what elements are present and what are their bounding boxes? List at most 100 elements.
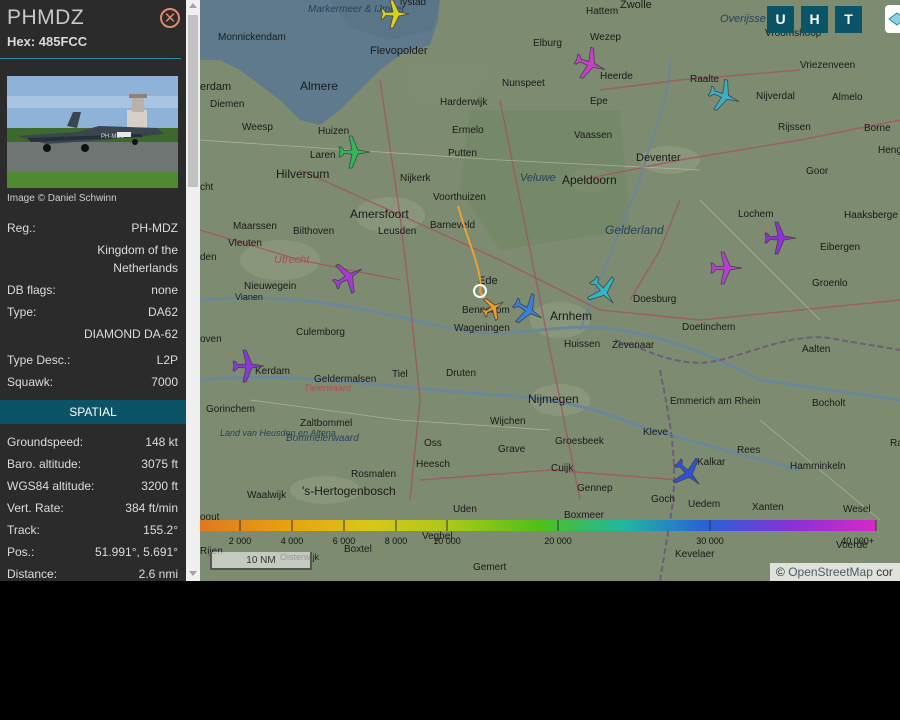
distance-label: Distance:: [7, 567, 58, 581]
place-label: Groesbeek: [555, 436, 605, 447]
place-label: Wesel: [843, 504, 871, 515]
place-label: Groenlo: [812, 278, 848, 289]
place-label: Goch: [651, 494, 675, 505]
place-label: Huissen: [564, 339, 600, 350]
place-label: Vaassen: [574, 130, 612, 141]
place-label: Nieuwegein: [244, 281, 296, 292]
type-name-value: DIAMOND DA-62: [83, 327, 178, 341]
close-icon: ✕: [163, 9, 177, 27]
hide-sidebar-button[interactable]: H: [801, 6, 828, 33]
place-label: Bilthoven: [293, 226, 334, 237]
place-label: Kerdam: [255, 366, 290, 377]
place-label: Waalwijk: [247, 490, 287, 501]
place-label: Boxmeer: [564, 510, 605, 521]
scroll-down-arrow-icon[interactable]: [189, 571, 197, 576]
place-label: Laren: [310, 150, 336, 161]
close-panel-button[interactable]: ✕: [160, 8, 180, 28]
place-label: Doetinchem: [682, 322, 735, 333]
copyright-symbol: ©: [776, 565, 785, 579]
reg-value: PH-MDZ: [131, 221, 178, 235]
place-label: Emmerich am Rhein: [670, 396, 761, 407]
altitude-tick-label: 10 000: [433, 536, 461, 546]
vert-rate-label: Vert. Rate:: [7, 501, 64, 515]
place-label: Ra: [890, 438, 900, 449]
tracks-toggle-button[interactable]: T: [835, 6, 862, 33]
place-label: Cuijk: [551, 463, 574, 474]
type-label: Type:: [7, 305, 37, 319]
osm-link[interactable]: OpenStreetMap: [788, 565, 873, 579]
place-label: Nijmegen: [528, 392, 579, 406]
dbflags-value: none: [151, 283, 178, 297]
place-label: Maarssen: [233, 221, 277, 232]
place-label: Uedem: [688, 499, 720, 510]
altitude-tick-label: 40 000+: [841, 536, 874, 546]
altitude-tick-label: 30 000: [696, 536, 724, 546]
scroll-thumb[interactable]: [188, 15, 198, 187]
position-value: 51.991°, 5.691°: [95, 545, 178, 559]
altitude-tick-label: 6 000: [333, 536, 356, 546]
place-label: Uden: [453, 504, 477, 515]
place-label: Tielerwaard: [304, 383, 352, 393]
callsign-title: PHMDZ: [7, 6, 85, 29]
units-toggle-button[interactable]: U: [767, 6, 794, 33]
baro-altitude-label: Baro. altitude:: [7, 457, 82, 471]
layers-icon: [888, 12, 900, 26]
place-label: Huizen: [318, 126, 349, 137]
place-label: Heerde: [600, 71, 633, 82]
wgs84-altitude-label: WGS84 altitude:: [7, 479, 95, 493]
place-label: Gennep: [577, 483, 613, 494]
aircraft-photo[interactable]: PH-MDZ: [7, 76, 178, 188]
image-credit: Image © Daniel Schwinn: [7, 193, 117, 204]
place-label: Elburg: [533, 38, 562, 49]
place-label: Gemert: [473, 562, 507, 573]
place-label: Lochem: [738, 209, 774, 220]
groundspeed-value: 148 kt: [145, 435, 178, 449]
place-label: Arnhem: [550, 309, 592, 323]
altitude-tick-label: 20 000: [544, 536, 572, 546]
place-label: Goor: [806, 166, 829, 177]
place-label: Kalkar: [697, 457, 726, 468]
place-label: Barneveld: [430, 220, 475, 231]
track-value: 155.2°: [143, 523, 178, 537]
groundspeed-label: Groundspeed:: [7, 435, 84, 449]
place-label: erdam: [200, 81, 231, 93]
place-label: Nijkerk: [400, 173, 432, 184]
spatial-section-header[interactable]: SPATIAL: [0, 400, 186, 424]
place-label: Wijchen: [490, 416, 526, 427]
map-view[interactable]: Zwolle Overijsse Vroomshoop Monnickendam…: [200, 0, 900, 581]
map-attribution: © OpenStreetMap cor: [770, 563, 900, 581]
track-label: Track:: [7, 523, 40, 537]
position-label: Pos.:: [7, 545, 35, 559]
place-label: Veluwe: [520, 172, 556, 184]
place-label: Borne: [864, 123, 891, 134]
place-label: Land van Heusden en Altena: [220, 428, 336, 438]
place-label: Gelderland: [605, 223, 664, 237]
sidebar-scrollbar[interactable]: [186, 0, 200, 581]
place-label: Tiel: [392, 369, 408, 380]
place-label: Hattem: [586, 6, 618, 17]
place-label: Vriezenveen: [800, 60, 855, 71]
wgs84-altitude-value: 3200 ft: [141, 479, 178, 493]
place-label: Druten: [446, 368, 476, 379]
attribution-suffix: cor: [876, 565, 893, 579]
place-label: Xanten: [752, 502, 784, 513]
map-canvas[interactable]: Zwolle Overijsse Vroomshoop Monnickendam…: [200, 0, 900, 581]
place-label: Utrecht: [274, 254, 310, 266]
country-row: Kingdom of the Netherlands: [7, 241, 178, 277]
layers-button[interactable]: [885, 5, 900, 33]
place-label: Ermelo: [452, 125, 484, 136]
place-label: Almelo: [832, 92, 863, 103]
place-label: Putten: [448, 148, 477, 159]
place-label: Kleve: [643, 427, 668, 438]
place-label: Hilversum: [276, 167, 329, 181]
place-label: Gorinchem: [206, 404, 255, 415]
place-label: Nijverdal: [756, 91, 795, 102]
squawk-label: Squawk:: [7, 375, 54, 389]
scroll-up-arrow-icon[interactable]: [189, 3, 197, 8]
place-label: Rosmalen: [351, 469, 396, 480]
place-label: Deventer: [636, 152, 681, 164]
place-label: Epe: [590, 96, 608, 107]
dbflags-label: DB flags:: [7, 283, 56, 297]
place-label: Wezep: [590, 32, 621, 43]
place-label: Aalten: [802, 344, 830, 355]
